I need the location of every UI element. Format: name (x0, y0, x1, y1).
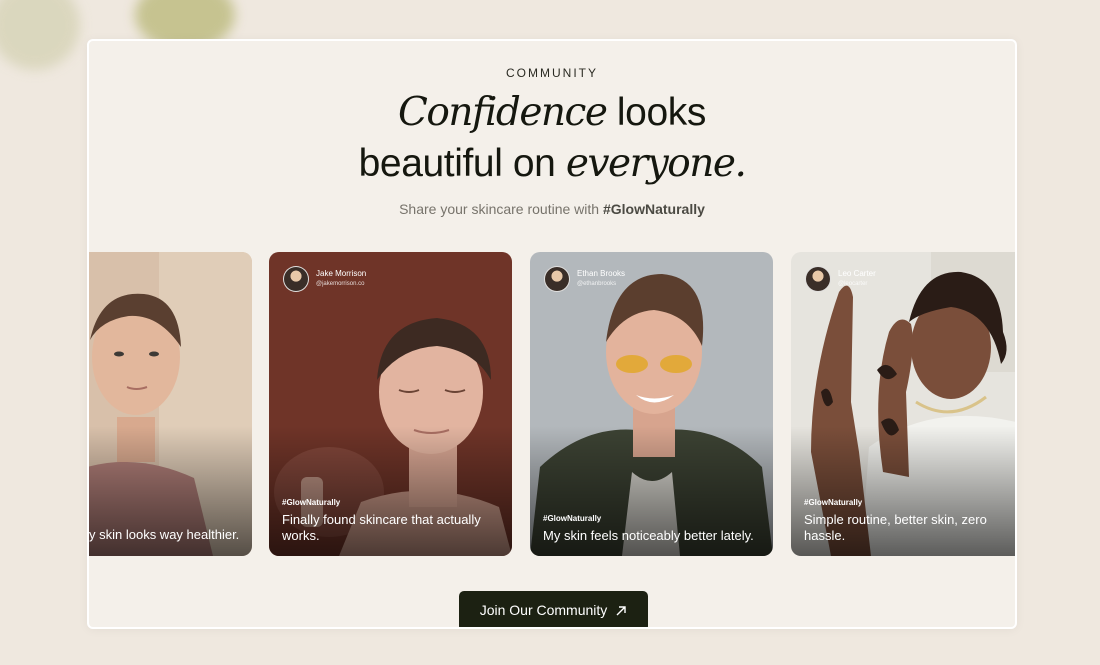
user-avatar (805, 266, 831, 292)
card-quote: y skin looks way healthier. (89, 527, 240, 542)
user-handle: @ethanbrooks (577, 281, 617, 287)
user-name: Jake Morrison (316, 269, 367, 278)
community-section: COMMUNITY Confidence looks beautiful on … (87, 39, 1017, 629)
headline-text: beautiful on (358, 142, 566, 185)
join-community-label: Join Our Community (479, 602, 608, 618)
card-user: Leo Carter @leocarter (805, 266, 876, 292)
card-hashtag: #GlowNaturally (543, 514, 602, 523)
background-blob (0, 0, 80, 70)
card-quote: Finally found skincare that actually wor… (282, 512, 481, 543)
testimonial-card[interactable]: heli y skin looks way healthier. (89, 252, 252, 556)
card-user: Ethan Brooks @ethanbrooks (544, 266, 625, 292)
join-community-button[interactable]: Join Our Community (459, 591, 648, 627)
testimonial-card[interactable]: Ethan Brooks @ethanbrooks #GlowNaturally… (530, 252, 773, 556)
section-headline: Confidence looks beautiful on everyone. (89, 87, 1015, 189)
card-hashtag: #GlowNaturally (804, 498, 863, 507)
card-quote: Simple routine, better skin, zero hassle… (804, 512, 987, 543)
headline-italic-word: everyone. (565, 141, 747, 186)
testimonial-card[interactable]: Jake Morrison @jakemorrison.co #GlowNatu… (269, 252, 512, 556)
card-user: Jake Morrison @jakemorrison.co (283, 266, 366, 292)
card-hashtag: #GlowNaturally (282, 498, 341, 507)
testimonial-card[interactable]: Leo Carter @leocarter #GlowNaturally Sim… (791, 252, 1015, 556)
arrow-up-right-icon (616, 606, 626, 616)
section-eyebrow: COMMUNITY (506, 66, 598, 80)
section-subtitle: Share your skincare routine with #GlowNa… (89, 201, 1015, 217)
card-quote: My skin feels noticeably better lately. (543, 528, 754, 543)
user-avatar (283, 266, 309, 292)
user-name: Leo Carter (838, 269, 876, 278)
headline-italic-word: Confidence (398, 90, 608, 135)
user-handle: @jakemorrison.co (316, 281, 365, 287)
subtitle-hashtag: #GlowNaturally (602, 201, 705, 217)
headline-text: looks (606, 91, 706, 134)
user-name: Ethan Brooks (577, 269, 626, 278)
subtitle-text: Share your skincare routine with (399, 201, 603, 217)
user-avatar (544, 266, 570, 292)
user-handle: @leocarter (838, 281, 868, 287)
